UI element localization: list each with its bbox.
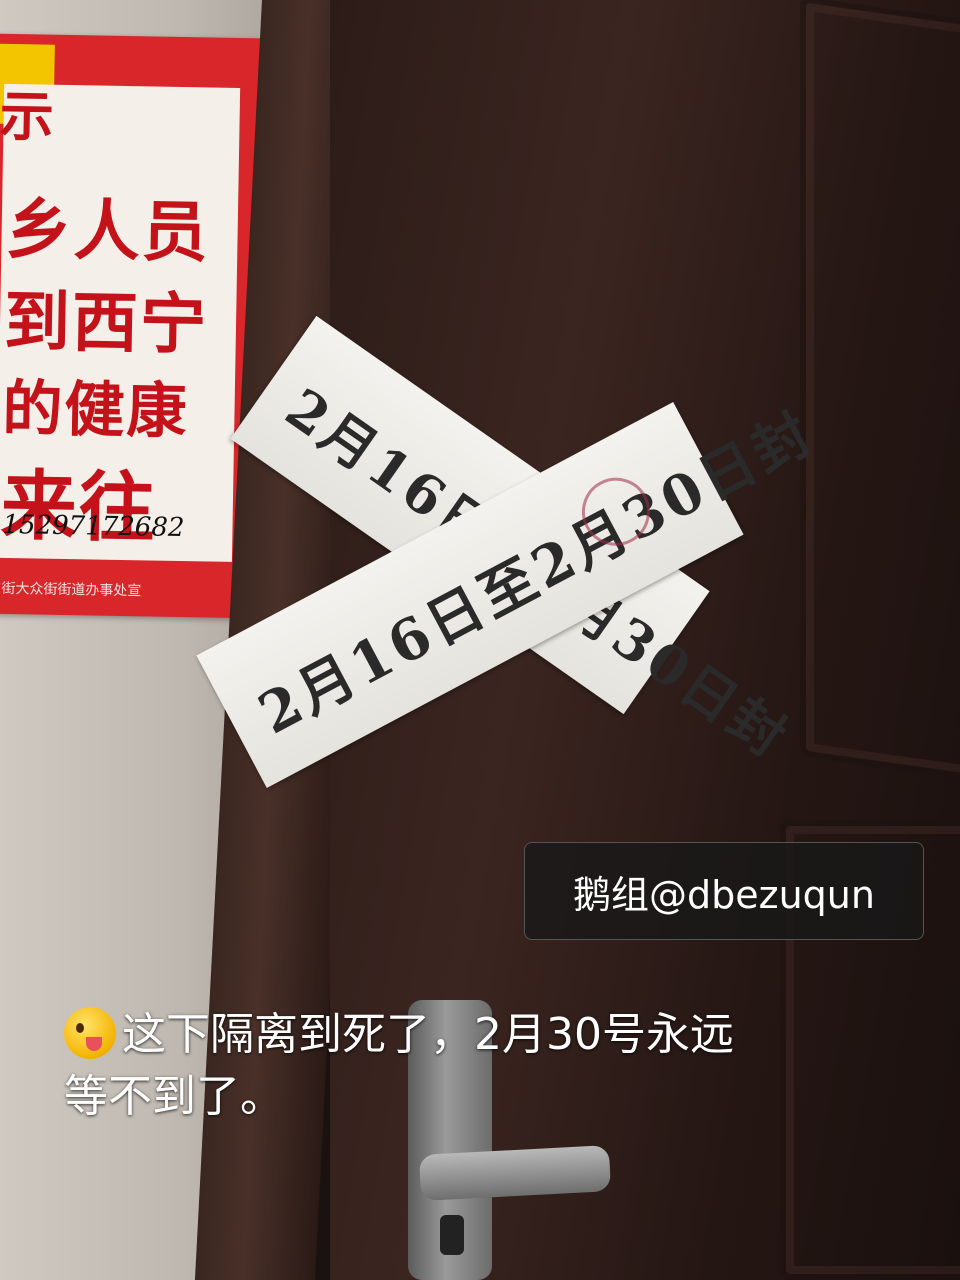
- poster-footer: 街大众街街道办事处宣: [1, 580, 142, 600]
- poster-phone-number: 15297172682: [2, 509, 185, 544]
- winking-tongue-emoji-icon: [64, 1007, 116, 1059]
- red-notice-poster: 示 乡人员 到西宁 的健康 来往 15297172682 街大众街街道办事处宣: [0, 33, 264, 619]
- door-panel-upper: [800, 0, 960, 784]
- caption-line-1: 这下隔离到死了，2月30号永远: [122, 1009, 734, 1060]
- watermark-badge: 鹅组@dbezuqun: [524, 842, 924, 940]
- caption-line-2: 等不到了。: [64, 1071, 284, 1122]
- watermark-text: 鹅组@dbezuqun: [573, 872, 875, 917]
- poster-line: 到西宁: [3, 281, 209, 364]
- poster-line: 乡人员: [4, 189, 211, 272]
- poster-line: 示: [0, 83, 57, 149]
- poster-line: 的健康: [1, 373, 190, 448]
- caption: 这下隔离到死了，2月30号永远 等不到了。: [64, 1004, 924, 1128]
- photo-scene: 示 乡人员 到西宁 的健康 来往 15297172682 街大众街街道办事处宣 …: [0, 0, 960, 1280]
- keyhole: [440, 1215, 464, 1255]
